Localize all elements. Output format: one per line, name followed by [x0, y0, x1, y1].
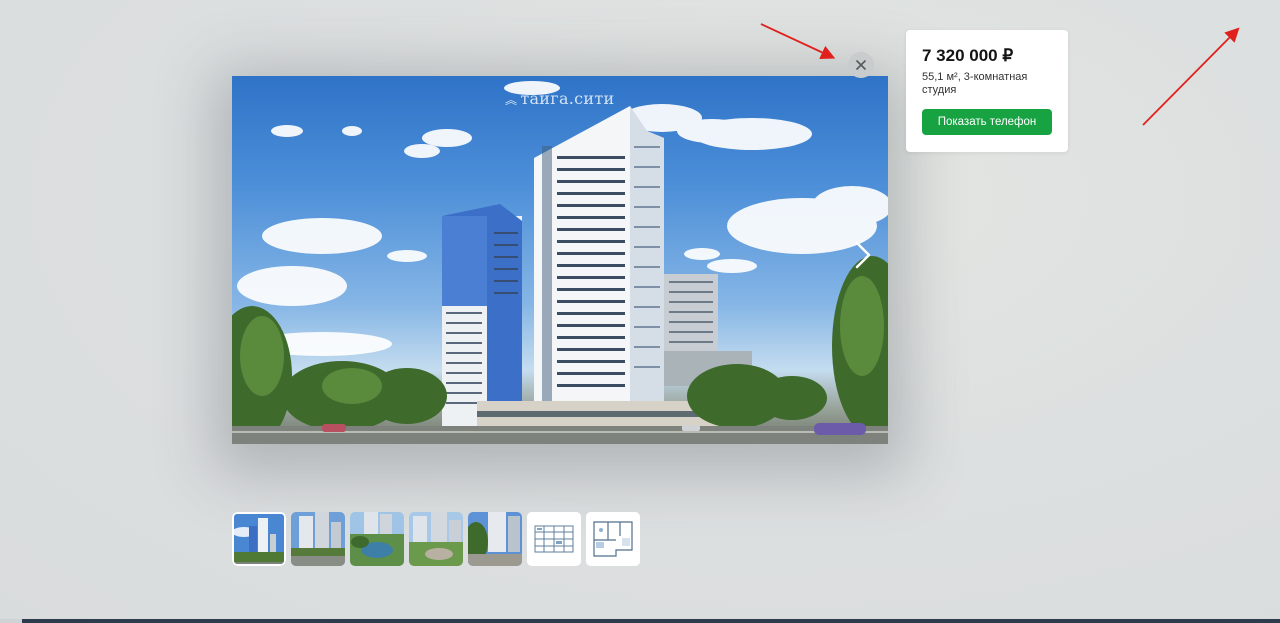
close-button[interactable] [848, 52, 874, 78]
thumbnail-image [350, 512, 404, 566]
thumbnail-photo-2[interactable] [291, 512, 345, 566]
show-phone-button[interactable]: Показать телефон [922, 109, 1052, 135]
thumbnail-image [291, 512, 345, 566]
thumbnail-photo-3[interactable] [350, 512, 404, 566]
price-card: 7 320 000 ₽ 55,1 м², 3-комнатная студия … [906, 30, 1068, 152]
thumbnail-image [468, 512, 522, 566]
thumbnail-photo-5[interactable] [468, 512, 522, 566]
apartment-description: 55,1 м², 3-комнатная студия [922, 71, 1028, 96]
floor-plan-image [586, 512, 640, 566]
thumbnail-floor-plan-1[interactable] [527, 512, 581, 566]
thumbnail-floor-plan-2[interactable] [586, 512, 640, 566]
building-render [232, 81, 888, 444]
next-photo-button[interactable] [854, 240, 884, 280]
watermark: ︽ тайга.сити [505, 89, 615, 108]
close-icon [855, 59, 867, 71]
bottom-bar-segment [0, 619, 22, 623]
thumbnail-photo-4[interactable] [409, 512, 463, 566]
bottom-bar [0, 619, 1280, 623]
chevron-right-icon [855, 241, 871, 269]
chevrons-up-icon: ︽ [505, 93, 518, 107]
floor-plan-image [527, 512, 581, 566]
thumbnail-image [409, 512, 463, 566]
price: 7 320 000 ₽ [922, 46, 1014, 65]
thumbnail-photo-1[interactable] [232, 512, 286, 566]
main-photo: ︽ тайга.сити [232, 76, 888, 444]
thumbnail-image [232, 512, 286, 566]
watermark-text: тайга.сити [520, 89, 615, 108]
thumbnail-strip [232, 512, 640, 566]
